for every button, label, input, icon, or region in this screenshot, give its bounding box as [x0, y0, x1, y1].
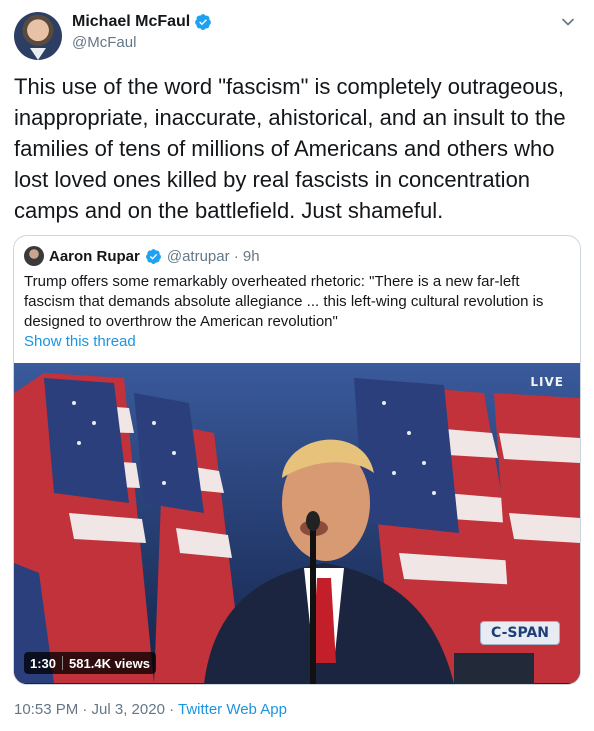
- video-views: 581.4K views: [69, 655, 150, 671]
- chevron-down-icon[interactable]: [558, 12, 578, 32]
- network-logo: C-SPAN: [480, 621, 560, 645]
- verified-badge-icon: [145, 248, 161, 264]
- author-avatar[interactable]: [14, 12, 62, 60]
- verified-badge-icon: [195, 14, 212, 30]
- show-thread-link[interactable]: Show this thread: [24, 333, 136, 350]
- author-name[interactable]: Michael McFaul: [72, 13, 190, 31]
- quoted-handle-time: @atrupar · 9h: [166, 247, 260, 265]
- tweet-text: This use of the word "fascism" is comple…: [14, 74, 572, 223]
- tweet-header: Michael McFaul @McFaul: [14, 10, 580, 60]
- tweet-footer: 10:53 PM · Jul 3, 2020 · Twitter Web App: [14, 701, 287, 718]
- quoted-avatar: [24, 246, 44, 266]
- quoted-author-name: Aaron Rupar: [49, 247, 140, 265]
- author-handle[interactable]: @McFaul: [72, 34, 136, 51]
- quoted-header: Aaron Rupar @atrupar · 9h: [24, 246, 260, 266]
- video-player[interactable]: LIVE C-SPAN 1:30 581.4K views: [14, 363, 580, 684]
- video-duration: 1:30: [30, 655, 57, 671]
- tweet-timestamp[interactable]: 10:53 PM · Jul 3, 2020 ·: [14, 701, 178, 718]
- author-name-row: Michael McFaul: [72, 13, 212, 31]
- badge-divider: [62, 656, 64, 670]
- live-label: LIVE: [530, 375, 564, 389]
- video-stats-badge: 1:30 581.4K views: [24, 652, 156, 674]
- quoted-tweet[interactable]: Aaron Rupar @atrupar · 9h Trump offers s…: [13, 235, 581, 685]
- quoted-text: Trump offers some remarkably overheated …: [24, 273, 544, 330]
- source-app-link[interactable]: Twitter Web App: [178, 701, 287, 718]
